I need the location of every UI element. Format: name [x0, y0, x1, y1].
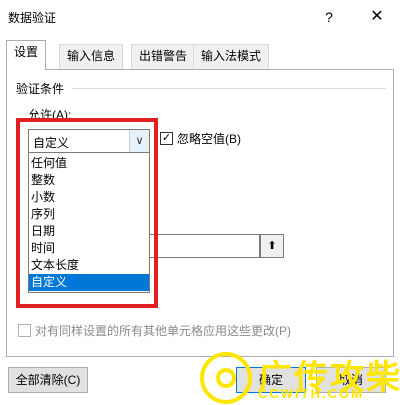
dropdown-option-selected[interactable]: 自定义 [29, 274, 149, 291]
formula-input[interactable] [150, 234, 260, 258]
tab-settings[interactable]: 设置 [6, 40, 47, 70]
tab-input-message[interactable]: 输入信息 [59, 44, 124, 69]
dropdown-option[interactable]: 序列 [29, 206, 149, 223]
apply-all-label: 对有同样设置的所有其他单元格应用这些更改(P) [35, 324, 291, 338]
section-divider [72, 88, 386, 89]
collapse-arrow-icon: ⬆ [267, 240, 277, 252]
close-button[interactable]: ✕ [366, 6, 388, 28]
tab-strip: 设置 输入信息 出错警告 输入法模式 [6, 40, 394, 70]
chevron-down-icon[interactable]: ∨ [129, 130, 149, 152]
window-title: 数据验证 [8, 11, 57, 25]
clear-all-button[interactable]: 全部清除(C) [8, 367, 88, 393]
help-button[interactable]: ? [318, 6, 340, 28]
ignore-blank-label: 忽略空值(B) [177, 132, 241, 146]
title-bar: 数据验证 ? ✕ [0, 0, 400, 34]
watermark-logo-icon [200, 352, 252, 404]
tab-ime-mode[interactable]: 输入法模式 [193, 44, 270, 69]
apply-all-box[interactable] [18, 324, 31, 337]
allow-combobox-value: 自定义 [33, 136, 70, 150]
range-select-button[interactable]: ⬆ [260, 234, 284, 258]
dropdown-option[interactable]: 时间 [29, 240, 149, 257]
watermark-url: CCWITH.COM [258, 386, 364, 401]
allow-combobox[interactable]: 自定义 ∨ [28, 129, 150, 153]
validation-criteria-label: 验证条件 [16, 82, 65, 96]
allow-label: 允许(A): [28, 108, 72, 122]
dropdown-option[interactable]: 日期 [29, 223, 149, 240]
allow-dropdown-list: 任何值 整数 小数 序列 日期 时间 文本长度 自定义 [28, 152, 150, 293]
checkbox-check-icon[interactable]: ✓ [160, 132, 173, 145]
dropdown-option[interactable]: 任何值 [29, 155, 149, 172]
dropdown-option[interactable]: 小数 [29, 189, 149, 206]
dropdown-option[interactable]: 文本长度 [29, 257, 149, 274]
tab-error-alert[interactable]: 出错警告 [131, 44, 196, 69]
dropdown-option[interactable]: 整数 [29, 172, 149, 189]
